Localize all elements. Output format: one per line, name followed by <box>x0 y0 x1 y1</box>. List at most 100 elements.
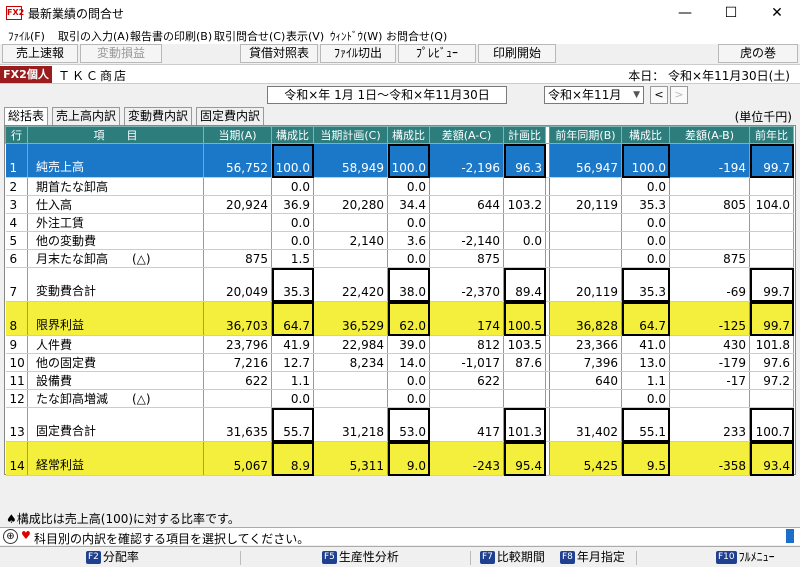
cell-actual: 36,703 <box>203 301 272 336</box>
f10-button[interactable]: F10 ﾌﾙﾒﾆｭｰ <box>716 549 775 566</box>
menu-entry[interactable]: 取引の入力(A) <box>58 28 129 44</box>
table-row[interactable]: 7 変動費合計 20,049 35.3 22,420 38.0 -2,370 89.4 20,1… <box>5 267 794 302</box>
f2-button[interactable]: F2 分配率 <box>86 549 139 566</box>
menu-window[interactable]: ｳｨﾝﾄﾞｳ(W) <box>330 28 382 44</box>
menu-report-print[interactable]: 報告書の印刷(B) <box>130 28 212 44</box>
minimize-button[interactable]: — <box>662 0 708 26</box>
month-select[interactable]: 令和×年11月 ▼ <box>544 86 644 104</box>
balance-sheet-button[interactable]: 貸借対照表 <box>240 44 318 63</box>
status-message: 科目別の内訳を確認する項目を選択してください。 <box>34 532 310 546</box>
f7-button[interactable]: F7 比較期間 <box>480 549 545 566</box>
cell-diff-ac: 812 <box>429 335 504 354</box>
row-item-name: 外注工賃 <box>27 213 204 232</box>
cell-plan <box>313 389 388 408</box>
col-header-prior: 前年同期(B) <box>549 126 622 144</box>
cell-diff-ac <box>429 213 504 232</box>
cell-prior: 23,366 <box>549 335 622 354</box>
crosshair-icon[interactable]: ⊕ <box>3 529 18 544</box>
maximize-button[interactable]: ☐ <box>708 0 754 26</box>
cell-diff-ab: 430 <box>669 335 750 354</box>
status-scroll-indicator[interactable] <box>786 529 794 543</box>
file-export-button[interactable]: ﾌｧｲﾙ切出 <box>320 44 396 63</box>
cell-diff-ac: -1,017 <box>429 353 504 372</box>
cell-ratio-a: 0.0 <box>271 213 314 232</box>
table-row[interactable]: 2 期首たな卸高 0.0 0.0 0.0 <box>5 177 794 196</box>
table-row[interactable]: 9 人件費 23,796 41.9 22,984 39.0 812 103.5 23,366 41… <box>5 335 794 354</box>
row-item-name: 固定費合計 <box>27 407 204 442</box>
fkey-divider <box>470 551 471 565</box>
cell-prior <box>549 213 622 232</box>
tab-summary[interactable]: 総括表 <box>4 107 49 125</box>
cell-yoy: 93.4 <box>749 441 794 476</box>
col-header-diff-ab: 差額(A-B) <box>669 126 750 144</box>
menu-inquiry[interactable]: 取引問合せ(C) <box>214 28 285 44</box>
cell-prior: 36,828 <box>549 301 622 336</box>
cell-yoy: 97.6 <box>749 353 794 372</box>
cell-plan-ratio: 89.4 <box>503 267 546 302</box>
fkey-divider <box>240 551 241 565</box>
cell-prior <box>549 389 622 408</box>
cell-actual: 20,924 <box>203 195 272 214</box>
table-row[interactable]: 13 固定費合計 31,635 55.7 31,218 53.0 417 101.3 31,40… <box>5 407 794 442</box>
cell-diff-ac <box>429 389 504 408</box>
cell-plan <box>313 213 388 232</box>
cell-plan-ratio: 95.4 <box>503 441 546 476</box>
cell-ratio-c: 38.0 <box>387 267 430 302</box>
tab-sales-breakdown[interactable]: 売上高内訳 <box>52 107 121 125</box>
table-row[interactable]: 1 純売上高 56,752 100.0 58,949 100.0 -2,196 96.3 56,… <box>5 143 794 178</box>
sales-report-button[interactable]: 売上速報 <box>2 44 78 63</box>
cell-plan-ratio <box>503 177 546 196</box>
table-row[interactable]: 11 設備費 622 1.1 0.0 622 640 1.1 -17 97.2 <box>5 371 794 390</box>
close-button[interactable]: ✕ <box>754 0 800 26</box>
prev-month-button[interactable]: < <box>650 86 668 104</box>
table-row[interactable]: 5 他の変動費 0.0 2,140 3.6 -2,140 0.0 0.0 <box>5 231 794 250</box>
table-row[interactable]: 10 他の固定費 7,216 12.7 8,234 14.0 -1,017 87.6 7,396… <box>5 353 794 372</box>
table-row[interactable]: 6 月末たな卸高 (△) 875 1.5 0.0 875 0.0 875 <box>5 249 794 268</box>
cell-diff-ac: 417 <box>429 407 504 442</box>
cell-ratio-c: 53.0 <box>387 407 430 442</box>
tab-fixed-cost-breakdown[interactable]: 固定費内訳 <box>196 107 265 125</box>
row-number: 9 <box>5 335 28 354</box>
cell-plan-ratio <box>503 213 546 232</box>
print-button[interactable]: 印刷開始 <box>478 44 556 63</box>
f8-button[interactable]: F8 年月指定 <box>560 549 625 566</box>
col-header-yoy: 前年比 <box>749 126 794 144</box>
table-row[interactable]: 14 経常利益 5,067 8.9 5,311 9.0 -243 95.4 5,425 9.5 -3… <box>5 441 794 476</box>
cell-ratio-a: 0.0 <box>271 389 314 408</box>
cell-ratio-b: 35.3 <box>621 195 670 214</box>
cell-prior: 5,425 <box>549 441 622 476</box>
cell-plan: 36,529 <box>313 301 388 336</box>
cell-diff-ac: -2,196 <box>429 143 504 178</box>
menu-view[interactable]: 表示(V) <box>286 28 324 44</box>
row-number: 5 <box>5 231 28 250</box>
table-row[interactable]: 12 たな卸高増減 (△) 0.0 0.0 0.0 <box>5 389 794 408</box>
variable-pl-button[interactable]: 変動損益 <box>80 44 162 63</box>
unit-label: (単位千円) <box>734 110 792 124</box>
cell-diff-ac: 174 <box>429 301 504 336</box>
cell-ratio-b: 35.3 <box>621 267 670 302</box>
table-row[interactable]: 3 仕入高 20,924 36.9 20,280 34.4 644 103.2 20,119 35… <box>5 195 794 214</box>
row-item-name: 経常利益 <box>27 441 204 476</box>
cell-actual: 875 <box>203 249 272 268</box>
f5-button[interactable]: F5 生産性分析 <box>322 549 399 566</box>
cell-diff-ab <box>669 213 750 232</box>
cell-plan: 2,140 <box>313 231 388 250</box>
row-number: 14 <box>5 441 28 476</box>
cell-plan-ratio: 101.3 <box>503 407 546 442</box>
tab-variable-cost-breakdown[interactable]: 変動費内訳 <box>124 107 193 125</box>
table-row[interactable]: 8 限界利益 36,703 64.7 36,529 62.0 174 100.5 36,828 6… <box>5 301 794 336</box>
preview-button[interactable]: ﾌﾟﾚﾋﾞｭｰ <box>398 44 476 63</box>
row-number: 1 <box>5 143 28 178</box>
cell-diff-ac <box>429 177 504 196</box>
table-row[interactable]: 4 外注工賃 0.0 0.0 0.0 <box>5 213 794 232</box>
f10-label: ﾌﾙﾒﾆｭｰ <box>738 550 775 564</box>
cell-yoy: 100.7 <box>749 407 794 442</box>
cell-yoy: 99.7 <box>749 301 794 336</box>
menu-help[interactable]: お問合せ(Q) <box>386 28 447 44</box>
row-number: 2 <box>5 177 28 196</box>
tora-no-maki-button[interactable]: 虎の巻 <box>718 44 798 63</box>
cell-diff-ac: 622 <box>429 371 504 390</box>
menu-file[interactable]: ﾌｧｲﾙ(F) <box>8 28 45 44</box>
cell-plan: 31,218 <box>313 407 388 442</box>
next-month-button[interactable]: > <box>670 86 688 104</box>
